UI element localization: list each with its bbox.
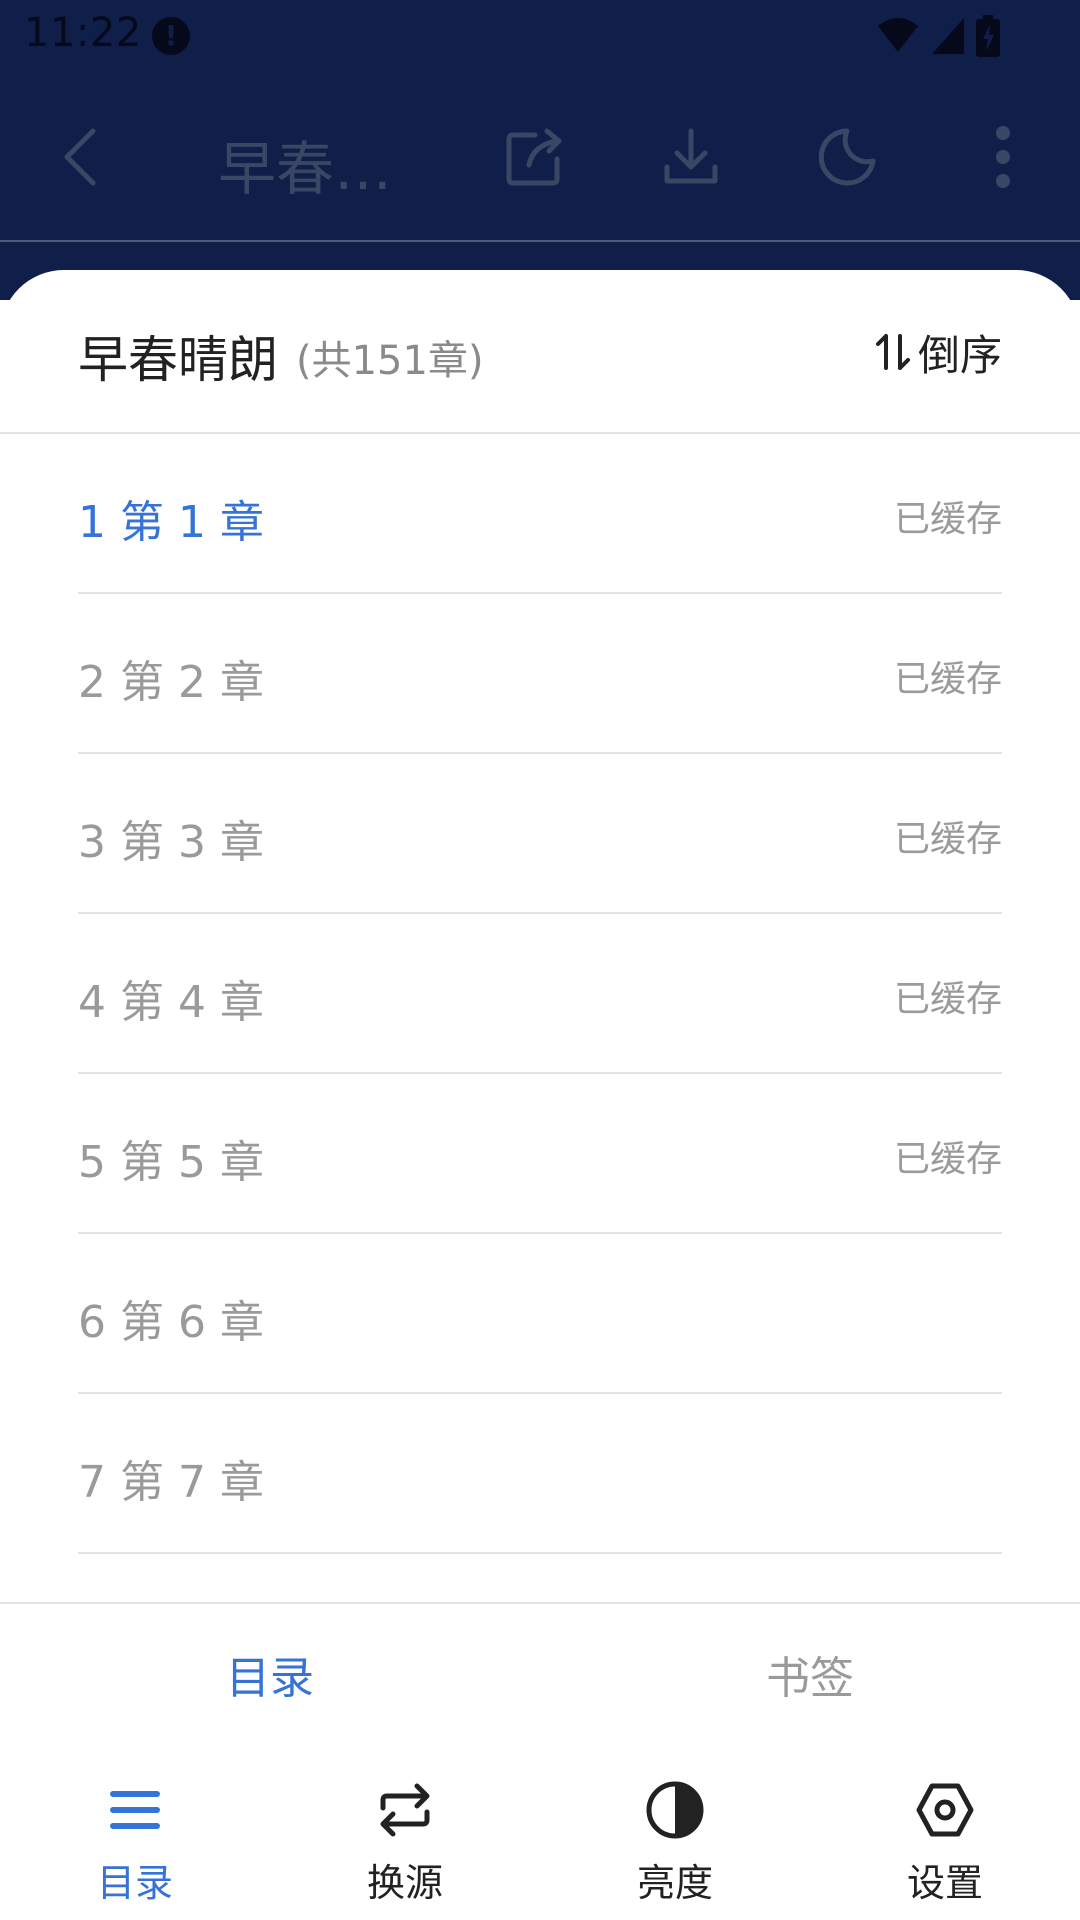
chapter-row[interactable]: 1 第 1 章 已缓存 [78,434,1002,594]
chapter-title: 6 第 6 章 [78,1297,264,1348]
chapter-title: 3 第 3 章 [78,817,264,868]
chapter-count: (共151章) [296,338,484,384]
chapter-row[interactable]: 6 第 6 章 [78,1234,1002,1394]
nav-contents[interactable]: 目录 [0,1752,270,1920]
cache-status: 已缓存 [893,1139,1002,1180]
share-button[interactable] [500,112,570,202]
sort-order-button[interactable]: 倒序 [875,322,1002,382]
toolbar-divider [0,240,1080,242]
sheet-header: 早春晴朗 (共151章) 倒序 [0,270,1080,434]
back-icon [64,128,96,186]
nav-change-source[interactable]: 换源 [270,1752,540,1920]
chapter-row[interactable]: 3 第 3 章 已缓存 [78,754,1002,914]
tab-bookmarks[interactable]: 书签 [540,1604,1080,1754]
download-button[interactable] [656,112,726,202]
more-icon [996,126,1010,188]
night-mode-icon [818,128,876,186]
nav-settings[interactable]: 设置 [810,1752,1080,1920]
nav-contents-label: 目录 [96,1861,173,1905]
more-button[interactable] [968,112,1038,202]
cache-status: 已缓存 [893,979,1002,1020]
chapter-row[interactable]: 2 第 2 章 已缓存 [78,594,1002,754]
chapter-row[interactable]: 4 第 4 章 已缓存 [78,914,1002,1074]
night-mode-button[interactable] [812,112,882,202]
nav-brightness-label: 亮度 [636,1861,713,1905]
status-time: 11:22 [24,10,142,56]
brightness-icon [646,1781,704,1839]
cache-status: 已缓存 [893,659,1002,700]
menu-list-icon [110,1791,160,1829]
bottom-nav: 目录 换源 亮度 设置 [0,1752,1080,1920]
book-title: 早春晴朗 [78,331,278,389]
chapter-title: 7 第 7 章 [78,1457,264,1508]
sheet-tabs: 目录 书签 [0,1602,1080,1754]
chapter-title: 5 第 5 章 [78,1137,264,1188]
wifi-icon [878,18,918,52]
sort-label: 倒序 [917,330,1002,380]
download-icon [664,128,718,184]
chapter-title: 2 第 2 章 [78,657,264,708]
chapter-title: 4 第 4 章 [78,977,264,1028]
chapter-list[interactable]: 1 第 1 章 已缓存 2 第 2 章 已缓存 3 第 3 章 已缓存 4 第 … [0,434,1080,1602]
nav-brightness[interactable]: 亮度 [540,1752,810,1920]
settings-icon [916,1783,974,1837]
nav-change-source-label: 换源 [366,1861,443,1905]
cache-status: 已缓存 [893,499,1002,540]
chapter-row[interactable]: 7 第 7 章 [78,1394,1002,1554]
chapter-row[interactable]: 5 第 5 章 已缓存 [78,1074,1002,1234]
reader-toolbar: 早春… [0,72,1080,240]
cache-status: 已缓存 [893,819,1002,860]
status-bar: 11:22 ! [0,0,1080,72]
battery-icon [976,15,1000,57]
book-title-truncated[interactable]: 早春… [218,122,392,206]
reader-header-dimmed: 11:22 ! 早春… [0,0,1080,300]
tab-contents[interactable]: 目录 [0,1604,540,1754]
nav-settings-label: 设置 [906,1861,983,1905]
swap-source-icon [380,1783,430,1837]
back-button[interactable] [44,112,114,202]
alert-icon: ! [152,17,190,55]
status-icons [876,14,1000,58]
chapter-title: 1 第 1 章 [78,497,264,548]
contents-sheet: 早春晴朗 (共151章) 倒序 1 第 1 章 已缓存 2 第 2 章 已缓存 … [0,270,1080,1920]
sort-icon [875,334,910,370]
share-icon [506,128,562,186]
signal-icon [932,18,964,54]
